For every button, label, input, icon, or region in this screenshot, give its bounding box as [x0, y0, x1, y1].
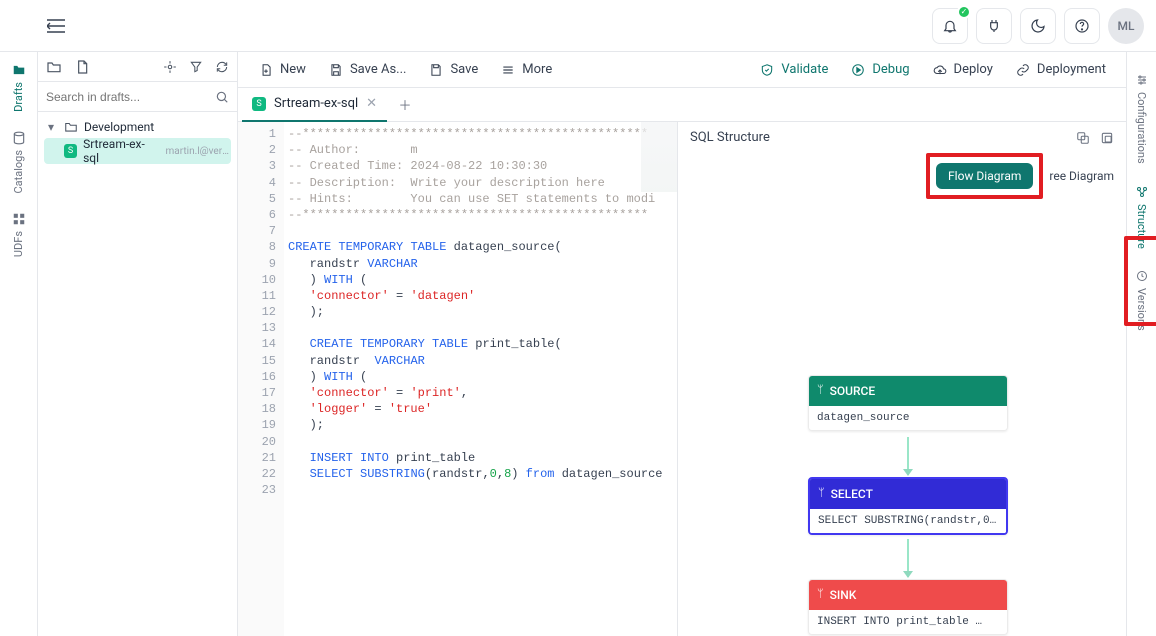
more-icon [500, 62, 516, 78]
structure-highlight-box [1124, 236, 1156, 326]
flow-arrow-icon [907, 539, 909, 577]
rail-udfs[interactable]: UDFs [11, 211, 27, 257]
play-circle-icon [850, 62, 866, 78]
flow-node-select[interactable]: ᛘSELECT SELECT SUBSTRING(randstr,0,8… [808, 477, 1008, 535]
more-button[interactable]: More [492, 58, 560, 82]
upload-cloud-icon [932, 62, 948, 78]
rail-catalogs[interactable]: Catalogs [11, 130, 27, 194]
flow-node-source-body: datagen_source [809, 406, 1007, 430]
structure-icon [1134, 184, 1150, 200]
check-badge-icon: ✓ [957, 5, 971, 19]
search-icon[interactable] [215, 90, 229, 104]
tree-file-label: Srtream-ex-sql [83, 137, 155, 165]
tree-diagram-button[interactable]: ree Diagram [1049, 169, 1114, 183]
structure-title: SQL Structure [690, 130, 770, 145]
refresh-icon[interactable] [215, 60, 229, 74]
help-button[interactable] [1064, 8, 1100, 44]
save-as-icon [328, 62, 344, 78]
sql-badge-icon: S [64, 144, 77, 158]
code-editor[interactable]: 1234567891011121314151617181920212223 --… [238, 122, 678, 636]
branch-icon: ᛘ [817, 385, 824, 397]
file-tab[interactable]: S Srtream-ex-sql ✕ [242, 88, 387, 122]
flow-node-sink-body: INSERT INTO print_table … [809, 610, 1007, 634]
theme-toggle[interactable] [1020, 8, 1056, 44]
expand-icon[interactable] [1100, 131, 1114, 145]
flow-node-sink[interactable]: ᛘSINK INSERT INTO print_table … [808, 579, 1008, 635]
filter-icon[interactable] [189, 60, 203, 74]
saveas-button[interactable]: Save As... [320, 58, 415, 82]
save-icon [428, 62, 444, 78]
link-icon [1015, 62, 1031, 78]
deploy-button[interactable]: Deploy [924, 58, 1001, 82]
flow-node-source[interactable]: ᛘSOURCE datagen_source [808, 375, 1008, 431]
minimap[interactable] [641, 122, 677, 192]
close-tab-icon[interactable]: ✕ [366, 96, 377, 111]
validate-button[interactable]: Validate [751, 58, 836, 82]
catalog-icon [11, 130, 27, 146]
file-tab-label: Srtream-ex-sql [274, 96, 358, 111]
folder-open-icon[interactable] [46, 59, 62, 75]
debug-button[interactable]: Debug [842, 58, 917, 82]
user-avatar[interactable]: ML [1108, 8, 1144, 44]
flow-arrow-icon [907, 437, 909, 475]
folder-icon [64, 120, 78, 134]
shield-check-icon [759, 62, 775, 78]
copy-icon[interactable] [1076, 131, 1090, 145]
new-tab-button[interactable]: ＋ [391, 91, 419, 119]
flow-node-select-body: SELECT SUBSTRING(randstr,0,8… [810, 509, 1006, 533]
flow-diagram-button[interactable]: Flow Diagram [936, 163, 1033, 189]
chevron-down-icon: ▾ [48, 120, 58, 134]
tree-file-author: martin.l@verver [166, 146, 231, 157]
save-button[interactable]: Save [420, 58, 486, 82]
tree-root-label: Development [84, 120, 154, 134]
rail-drafts[interactable]: Drafts [11, 62, 27, 112]
folder-icon [11, 62, 27, 78]
new-file-icon[interactable] [74, 59, 90, 75]
new-button[interactable]: New [250, 58, 314, 82]
grid-icon [11, 211, 27, 227]
deployment-button[interactable]: Deployment [1007, 58, 1114, 82]
sliders-icon [1134, 72, 1150, 88]
rail-configurations[interactable]: Configurations [1134, 72, 1150, 164]
tree-file[interactable]: S Srtream-ex-sql martin.l@verver [44, 138, 231, 164]
branch-icon: ᛘ [818, 488, 825, 500]
flow-diagram-highlight-box: Flow Diagram [926, 153, 1043, 199]
menu-toggle[interactable] [40, 10, 72, 42]
search-input[interactable] [46, 90, 215, 104]
tree-root[interactable]: ▾ Development [38, 116, 237, 138]
locate-icon[interactable] [163, 60, 177, 74]
notifications-button[interactable]: ✓ [932, 8, 968, 44]
sql-badge-icon: S [252, 97, 266, 111]
branch-icon: ᛘ [817, 589, 824, 601]
file-plus-icon [258, 62, 274, 78]
integrations-button[interactable] [976, 8, 1012, 44]
